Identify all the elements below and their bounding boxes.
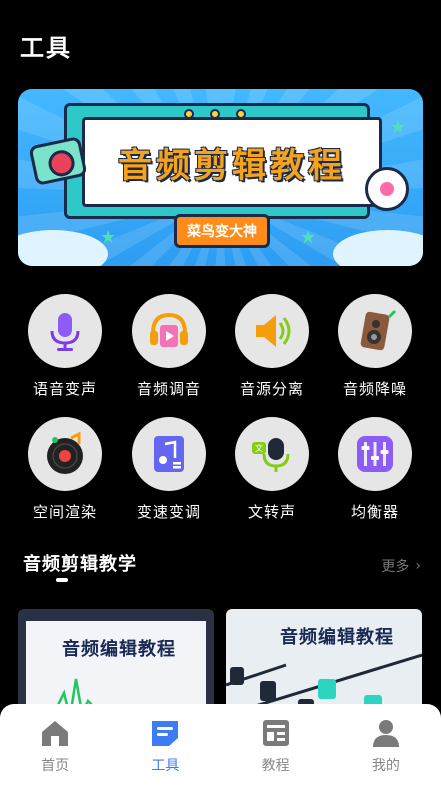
nav-label: 我的 — [371, 758, 400, 774]
tool-voice-changer[interactable]: 语音变声 — [20, 294, 110, 399]
tool-label: 变速变调 — [136, 503, 201, 521]
tutorial-card[interactable]: 音频编辑教程 — [226, 609, 422, 719]
tutorial-card[interactable]: 音频编辑教程 — [18, 609, 214, 719]
tool-text-to-speech[interactable]: 文 文转声 — [227, 417, 317, 522]
section-title: 音频剪辑教学 — [23, 554, 137, 575]
banner-headline: 音频剪辑教程 — [118, 145, 346, 186]
svg-text:文: 文 — [255, 443, 263, 453]
home-icon — [42, 721, 69, 746]
banner-headline-box: 音频剪辑教程 — [82, 117, 382, 207]
film-reel-icon — [365, 167, 409, 211]
tools-icon — [152, 721, 179, 746]
promo-banner[interactable]: 音频剪辑教程 ★ ★ ★ 菜鸟变大神 — [18, 89, 423, 266]
tool-label: 音频降噪 — [342, 380, 407, 398]
tool-label: 空间渲染 — [32, 503, 97, 521]
loudspeaker-box-icon — [360, 309, 397, 351]
tool-speed-pitch[interactable]: 变速变调 — [124, 417, 214, 522]
section-indicator — [56, 578, 68, 582]
banner-badge: 菜鸟变大神 — [174, 214, 270, 248]
vinyl-record-icon — [47, 431, 83, 474]
tool-audio-tuning[interactable]: 音频调音 — [124, 294, 214, 399]
nav-profile[interactable]: 我的 — [351, 718, 421, 775]
card-title: 音频编辑教程 — [62, 639, 176, 660]
page-title: 工具 — [20, 34, 72, 62]
star-icon: ★ — [390, 117, 407, 138]
more-label: 更多 — [381, 559, 410, 575]
nav-tools[interactable]: 工具 — [130, 718, 200, 775]
star-icon: ★ — [300, 227, 317, 248]
speaker-icon — [256, 315, 291, 347]
nav-label: 首页 — [41, 758, 70, 774]
tool-label: 均衡器 — [350, 503, 399, 521]
nav-tutorial[interactable]: 教程 — [241, 718, 311, 775]
equalizer-icon — [357, 436, 393, 472]
tool-equalizer[interactable]: 均衡器 — [330, 417, 420, 522]
music-file-icon — [154, 436, 184, 472]
nav-label: 工具 — [151, 758, 180, 774]
tutorial-icon — [262, 720, 289, 746]
text-to-speech-icon: 文 — [252, 438, 290, 472]
chevron-right-icon: › — [415, 558, 421, 574]
nav-home[interactable]: 首页 — [20, 718, 90, 775]
user-icon — [372, 720, 399, 747]
tool-label: 语音变声 — [32, 380, 97, 398]
tool-source-separation[interactable]: 音源分离 — [227, 294, 317, 399]
tool-spatial-rendering[interactable]: 空间渲染 — [20, 417, 110, 522]
bottom-nav: 首页 工具 教程 我的 — [0, 704, 441, 785]
star-icon: ★ — [100, 227, 117, 248]
tool-label: 音源分离 — [239, 380, 304, 398]
tool-label: 音频调音 — [136, 380, 201, 398]
microphone-icon — [50, 313, 80, 351]
headphones-video-icon — [150, 312, 188, 347]
more-link[interactable]: 更多 › — [381, 556, 421, 576]
nav-label: 教程 — [261, 758, 290, 774]
tool-label: 文转声 — [247, 503, 296, 521]
tool-noise-reduction[interactable]: 音频降噪 — [330, 294, 420, 399]
